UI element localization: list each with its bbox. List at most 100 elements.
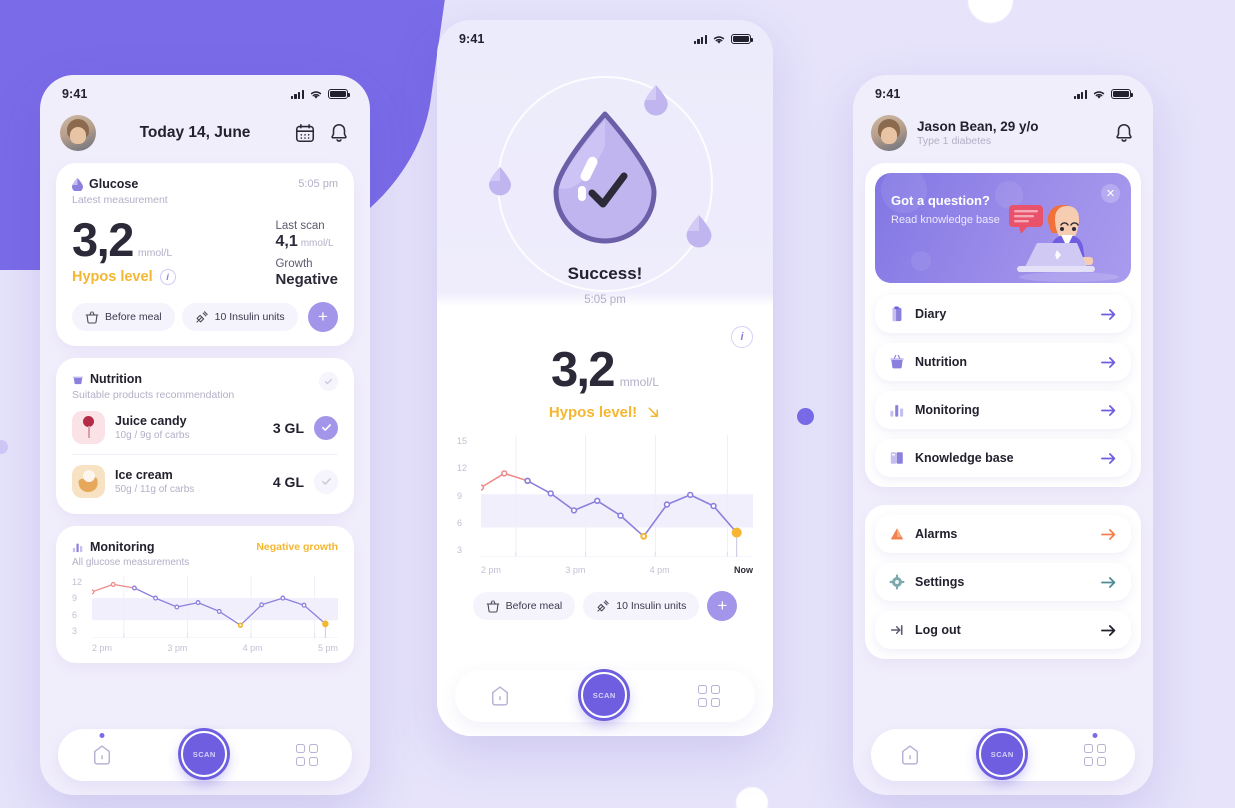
chip-insulin-units[interactable]: 10 Insulin units: [583, 592, 700, 620]
nav-grid[interactable]: [1084, 733, 1106, 766]
chip-insulin-units[interactable]: 10 Insulin units: [181, 303, 298, 331]
x-tick-label: Now: [733, 565, 753, 575]
nutrition-item-checkbox[interactable]: [314, 469, 338, 494]
book-icon: [890, 452, 903, 464]
nav-home[interactable]: [900, 744, 920, 766]
header-actions: [294, 122, 350, 144]
basket-icon: [73, 376, 83, 385]
growth-value: Negative: [275, 271, 338, 288]
gear-icon: [889, 574, 905, 590]
nutrition-item-ice-cream[interactable]: Ice cream 50g / 11g of carbs 4 GL: [72, 454, 338, 508]
droplet-decoration-left: [489, 167, 511, 196]
cellular-signal-icon: [693, 34, 707, 44]
menu-item-monitoring[interactable]: Monitoring: [875, 391, 1131, 429]
chart-x-axis: 2 pm 3 pm 4 pm Now: [481, 565, 753, 575]
monitoring-card[interactable]: Monitoring Negative growth All glucose m…: [56, 526, 354, 663]
status-icons: [693, 34, 754, 45]
menu-item-log-out[interactable]: Log out: [875, 611, 1131, 649]
home-icon: [94, 745, 111, 765]
status-bar: 9:41: [437, 20, 773, 46]
chip-before-meal[interactable]: Before meal: [72, 303, 175, 331]
menu-item-label: Nutrition: [915, 355, 968, 369]
bell-icon[interactable]: [328, 122, 350, 144]
basket-icon: [890, 354, 904, 369]
alarm-icon: [890, 528, 904, 540]
menu-item-nutrition[interactable]: Nutrition: [875, 343, 1131, 381]
status-icons: [1073, 89, 1134, 100]
menu-item-diary[interactable]: Diary: [875, 295, 1131, 333]
nav-home[interactable]: [490, 685, 510, 707]
bell-icon[interactable]: [1113, 122, 1135, 144]
bar-chart-icon: [890, 405, 904, 417]
chart-y-axis: 15 12 9 6 3: [457, 437, 467, 555]
nutrition-item-juice-candy[interactable]: Juice candy 10g / 9g of carbs 3 GL: [72, 401, 338, 454]
page-title: Today 14, June: [139, 124, 251, 141]
calendar-icon[interactable]: [294, 122, 316, 144]
nav-home[interactable]: [92, 733, 112, 766]
x-tick-label: 2 pm: [92, 643, 113, 653]
menu-list-primary: Diary Nutrition Monitoring Knowledge base: [875, 295, 1131, 477]
chip-insulin-label: 10 Insulin units: [214, 311, 285, 323]
nutrition-item-text: Ice cream 50g / 11g of carbs: [115, 468, 194, 495]
nav-badge-dot: [1092, 733, 1098, 739]
basket-icon: [85, 311, 99, 324]
success-title: Success!: [567, 264, 643, 283]
avatar[interactable]: [60, 115, 96, 151]
info-icon[interactable]: i: [731, 326, 753, 348]
avatar[interactable]: [871, 115, 907, 151]
monitoring-title: Monitoring: [90, 540, 155, 554]
menu-card-primary: Got a question? Read knowledge base ✕ Di…: [865, 163, 1141, 487]
status-bar: 9:41: [40, 75, 370, 101]
info-icon[interactable]: i: [159, 269, 176, 285]
bottom-nav: SCAN: [58, 729, 352, 781]
menu-item-settings[interactable]: Settings: [875, 563, 1131, 601]
y-tick-label: 9: [457, 490, 463, 501]
nutrition-item-sub: 10g / 9g of carbs: [115, 430, 190, 441]
profile-header: Jason Bean, 29 y/o Type 1 diabetes: [853, 101, 1153, 163]
wifi-icon: [310, 90, 322, 99]
menu-item-alarms[interactable]: Alarms: [875, 515, 1131, 553]
arrow-right-icon: [1101, 308, 1116, 320]
menu-item-label: Knowledge base: [915, 451, 1014, 465]
y-tick-label: 15: [457, 436, 468, 446]
chip-before-meal[interactable]: Before meal: [472, 592, 576, 620]
menu-list-secondary: Alarms Settings Log out: [875, 515, 1131, 649]
nav-grid[interactable]: [296, 744, 318, 766]
menu-item-knowledge-base[interactable]: Knowledge base: [875, 439, 1131, 477]
menu-item-label: Alarms: [915, 527, 958, 541]
nutrition-item-checkbox[interactable]: [314, 415, 338, 440]
background-dot-purple: [797, 408, 814, 425]
glucose-value: 3,2: [72, 213, 134, 266]
add-measurement-button[interactable]: +: [707, 591, 738, 621]
menu-card-secondary: Alarms Settings Log out: [865, 505, 1141, 659]
background-circle-top: [968, 0, 1013, 23]
dashboard-header: Today 14, June: [40, 101, 370, 163]
y-tick-label: 3: [457, 545, 463, 555]
glucose-title: Glucose: [89, 177, 139, 191]
last-scan-value-group: 4,1 mmol/L: [275, 233, 338, 251]
scan-button[interactable]: SCAN: [979, 731, 1026, 777]
scan-button[interactable]: SCAN: [181, 731, 228, 777]
menu-item-label: Diary: [915, 307, 947, 321]
nav-badge-dot: [99, 733, 105, 738]
arrow-right-icon: [1101, 452, 1116, 464]
glucose-primary: 3,2 mmol/L Hypos level i: [72, 216, 176, 285]
nutrition-item-gl: 3 GL: [272, 419, 304, 436]
scan-button[interactable]: SCAN: [581, 672, 628, 718]
y-tick-label: 6: [72, 609, 78, 620]
hypo-row: Hypos level i: [72, 269, 176, 285]
check-icon: [324, 378, 333, 385]
add-measurement-button[interactable]: +: [308, 302, 338, 332]
knowledge-base-banner[interactable]: Got a question? Read knowledge base ✕: [875, 173, 1131, 283]
status-icons: [290, 89, 351, 100]
x-tick-label: 3 pm: [167, 643, 188, 653]
nutrition-header-check[interactable]: [319, 372, 338, 391]
droplet-decoration-right: [686, 215, 712, 248]
glucose-body: 3,2 mmol/L Hypos level i Last scan 4,1 mm…: [72, 216, 338, 288]
nav-grid[interactable]: [698, 685, 720, 707]
bar-chart-icon: [72, 543, 83, 553]
cellular-signal-icon: [1073, 89, 1087, 99]
arrow-right-icon: [1101, 576, 1116, 588]
reading-hypo-row: Hypos level!: [457, 404, 753, 421]
ice-cream-thumb: [72, 465, 105, 498]
